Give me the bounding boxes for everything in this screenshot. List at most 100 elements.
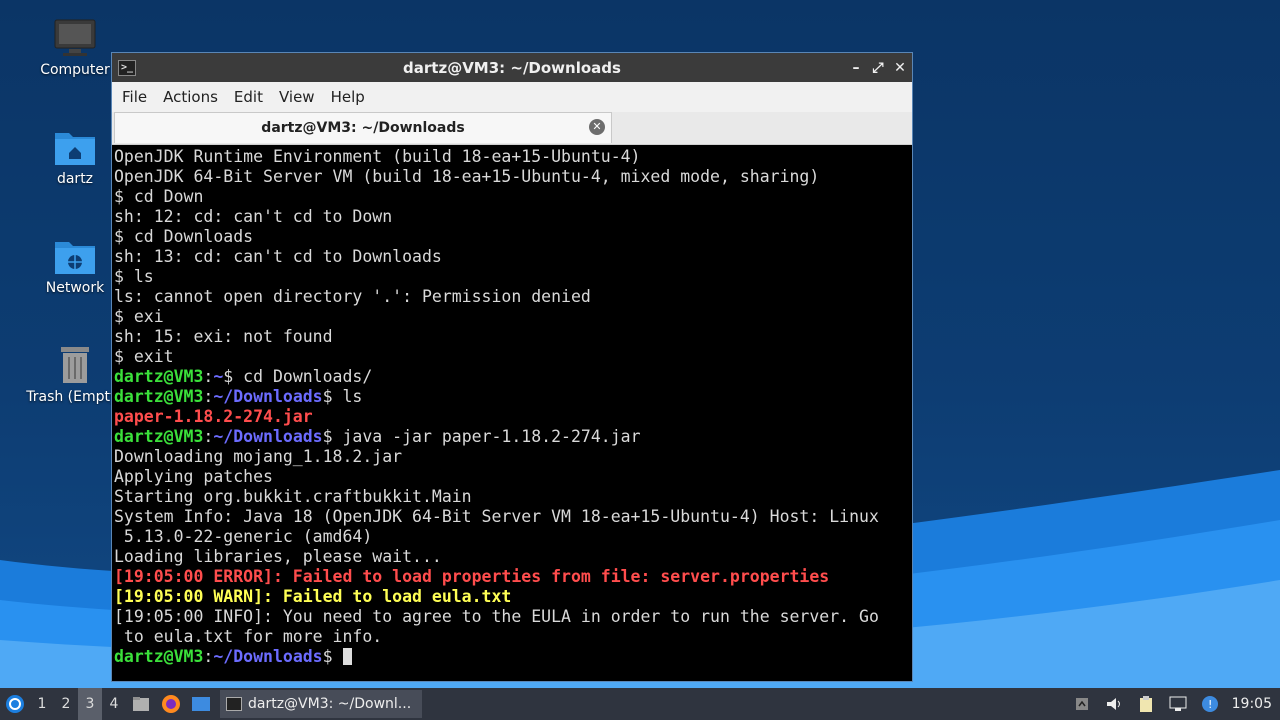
terminal-text-segment: $ bbox=[322, 647, 343, 666]
terminal-text-segment: sh: 12: cd: can't cd to Down bbox=[114, 207, 393, 226]
terminal-line: sh: 12: cd: can't cd to Down bbox=[114, 207, 912, 227]
workspace-4[interactable]: 4 bbox=[102, 688, 126, 720]
terminal-text-segment: Loading libraries, please wait... bbox=[114, 547, 442, 566]
terminal-line: Downloading mojang_1.18.2.jar bbox=[114, 447, 912, 467]
terminal-line: to eula.txt for more info. bbox=[114, 627, 912, 647]
terminal-text-segment: [19:05:00 ERROR]: Failed to load propert… bbox=[114, 567, 830, 586]
volume-icon[interactable] bbox=[1104, 694, 1124, 714]
file-manager-icon bbox=[133, 697, 149, 711]
terminal-text-segment: Downloading mojang_1.18.2.jar bbox=[114, 447, 403, 466]
minimize-icon[interactable]: – bbox=[850, 60, 862, 76]
terminal-line: $ ls bbox=[114, 267, 912, 287]
terminal-line: $ cd Downloads bbox=[114, 227, 912, 247]
terminal-line: $ exit bbox=[114, 347, 912, 367]
terminal-text-segment: paper-1.18.2-274.jar bbox=[114, 407, 313, 426]
terminal-text-segment: $ cd Down bbox=[114, 187, 204, 206]
terminal-text-segment: ~ bbox=[213, 367, 224, 386]
taskbar-terminal-task[interactable]: dartz@VM3: ~/Downl... bbox=[220, 690, 422, 718]
terminal-text-segment: dartz@VM3 bbox=[114, 427, 204, 446]
terminal-text-segment: Applying patches bbox=[114, 467, 273, 486]
tab-bar: dartz@VM3: ~/Downloads ✕ bbox=[112, 112, 912, 145]
terminal-line: dartz@VM3:~/Downloads$ bbox=[114, 647, 912, 667]
menu-view[interactable]: View bbox=[271, 88, 323, 106]
network-status-icon[interactable] bbox=[1168, 694, 1188, 714]
home-folder-icon bbox=[55, 133, 95, 165]
terminal-line: ls: cannot open directory '.': Permissio… bbox=[114, 287, 912, 307]
close-icon[interactable]: ✕ bbox=[894, 60, 906, 76]
terminal-window: >_ dartz@VM3: ~/Downloads – ⤢ ✕ File Act… bbox=[111, 52, 913, 682]
desktop-icon bbox=[192, 697, 210, 711]
lubuntu-logo-icon bbox=[6, 695, 24, 713]
desktop-icon-label: Network bbox=[45, 280, 105, 296]
terminal-text-segment: Starting org.bukkit.craftbukkit.Main bbox=[114, 487, 472, 506]
terminal-line: [19:05:00 ERROR]: Failed to load propert… bbox=[114, 567, 912, 587]
terminal-text-segment: [19:05:00 WARN]: Failed to load eula.txt bbox=[114, 587, 512, 606]
terminal-tab[interactable]: dartz@VM3: ~/Downloads ✕ bbox=[114, 112, 612, 143]
tab-close-icon[interactable]: ✕ bbox=[589, 119, 605, 135]
terminal-text-segment: $ exit bbox=[114, 347, 174, 366]
terminal-text-segment: : bbox=[203, 427, 214, 446]
system-tray: ! 19:05 bbox=[1072, 688, 1280, 720]
terminal-text-segment: $ ls bbox=[322, 387, 363, 406]
terminal-text-segment: ~/Downloads bbox=[213, 387, 323, 406]
terminal-text-segment: $ cd Downloads bbox=[114, 227, 254, 246]
svg-text:!: ! bbox=[1208, 698, 1212, 711]
menu-bar: File Actions Edit View Help bbox=[112, 82, 912, 112]
workspace-3[interactable]: 3 bbox=[78, 688, 102, 720]
terminal-line: $ cd Down bbox=[114, 187, 912, 207]
terminal-line: sh: 13: cd: can't cd to Downloads bbox=[114, 247, 912, 267]
terminal-text-segment: sh: 13: cd: can't cd to Downloads bbox=[114, 247, 442, 266]
terminal-line: $ exi bbox=[114, 307, 912, 327]
terminal-line: dartz@VM3:~/Downloads$ ls bbox=[114, 387, 912, 407]
tray-up-icon[interactable] bbox=[1072, 694, 1092, 714]
menu-help[interactable]: Help bbox=[323, 88, 373, 106]
terminal-text-segment: ls: cannot open directory '.': Permissio… bbox=[114, 287, 591, 306]
terminal-task-icon bbox=[226, 697, 242, 711]
terminal-line: OpenJDK 64-Bit Server VM (build 18-ea+15… bbox=[114, 167, 912, 187]
terminal-text-segment: [19:05:00 INFO]: You need to agree to th… bbox=[114, 607, 879, 626]
menu-file[interactable]: File bbox=[114, 88, 155, 106]
terminal-output[interactable]: OpenJDK Runtime Environment (build 18-ea… bbox=[112, 145, 912, 681]
file-manager-launcher[interactable] bbox=[126, 688, 156, 720]
terminal-cursor bbox=[342, 648, 352, 665]
terminal-text-segment: dartz@VM3 bbox=[114, 367, 204, 386]
trash-icon bbox=[61, 347, 89, 383]
terminal-text-segment: System Info: Java 18 (OpenJDK 64-Bit Ser… bbox=[114, 507, 879, 526]
terminal-text-segment: OpenJDK 64-Bit Server VM (build 18-ea+15… bbox=[114, 167, 820, 186]
update-notifier-icon[interactable]: ! bbox=[1200, 694, 1220, 714]
terminal-text-segment: ~/Downloads bbox=[213, 427, 323, 446]
terminal-line: dartz@VM3:~$ cd Downloads/ bbox=[114, 367, 912, 387]
terminal-text-segment: $ ls bbox=[114, 267, 154, 286]
terminal-app-icon: >_ bbox=[118, 60, 136, 76]
firefox-icon bbox=[162, 695, 180, 713]
menu-edit[interactable]: Edit bbox=[226, 88, 271, 106]
firefox-launcher[interactable] bbox=[156, 688, 186, 720]
computer-icon bbox=[54, 19, 96, 56]
window-titlebar[interactable]: >_ dartz@VM3: ~/Downloads – ⤢ ✕ bbox=[112, 53, 912, 82]
clipboard-icon[interactable] bbox=[1136, 694, 1156, 714]
terminal-text-segment: : bbox=[203, 387, 214, 406]
terminal-line: System Info: Java 18 (OpenJDK 64-Bit Ser… bbox=[114, 507, 912, 527]
desktop-icon-label: Computer bbox=[40, 62, 110, 78]
start-menu-button[interactable] bbox=[0, 688, 30, 720]
terminal-text-segment: OpenJDK Runtime Environment (build 18-ea… bbox=[114, 147, 641, 166]
window-title: dartz@VM3: ~/Downloads bbox=[403, 58, 621, 77]
terminal-line: [19:05:00 INFO]: You need to agree to th… bbox=[114, 607, 912, 627]
terminal-line: OpenJDK Runtime Environment (build 18-ea… bbox=[114, 147, 912, 167]
terminal-line: dartz@VM3:~/Downloads$ java -jar paper-1… bbox=[114, 427, 912, 447]
clock[interactable]: 19:05 bbox=[1232, 696, 1272, 712]
terminal-text-segment: 5.13.0-22-generic (amd64) bbox=[114, 527, 373, 546]
network-folder-icon bbox=[55, 242, 95, 274]
maximize-icon[interactable]: ⤢ bbox=[872, 60, 884, 76]
workspace-1[interactable]: 1 bbox=[30, 688, 54, 720]
desktop-icon-label: dartz bbox=[56, 171, 94, 187]
taskbar: 1 2 3 4 dartz@VM3: ~/Downl... ! 19:05 bbox=[0, 688, 1280, 720]
terminal-text-segment: dartz@VM3 bbox=[114, 647, 204, 666]
show-desktop-launcher[interactable] bbox=[186, 688, 216, 720]
tab-label: dartz@VM3: ~/Downloads bbox=[261, 120, 465, 136]
terminal-text-segment: $ cd Downloads/ bbox=[223, 367, 373, 386]
workspace-2[interactable]: 2 bbox=[54, 688, 78, 720]
terminal-text-segment: : bbox=[203, 367, 214, 386]
menu-actions[interactable]: Actions bbox=[155, 88, 226, 106]
terminal-text-segment: sh: 15: exi: not found bbox=[114, 327, 333, 346]
